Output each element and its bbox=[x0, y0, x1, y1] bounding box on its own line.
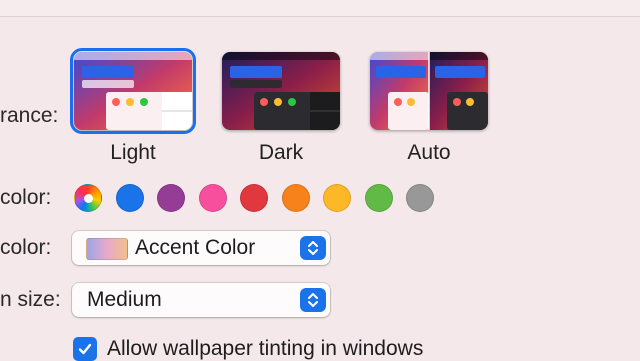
window-top-bar bbox=[0, 0, 640, 17]
accent-swatch-pink[interactable] bbox=[199, 184, 227, 212]
appearance-light-option[interactable] bbox=[70, 48, 196, 134]
appearance-dark-option[interactable] bbox=[222, 52, 340, 130]
accent-color-label: color: bbox=[0, 186, 52, 209]
auto-preview-image bbox=[370, 52, 488, 130]
accent-swatch-graphite[interactable] bbox=[406, 184, 434, 212]
chevron-updown-icon bbox=[300, 288, 326, 312]
appearance-auto-option[interactable] bbox=[370, 52, 488, 130]
dark-preview-image bbox=[222, 52, 340, 130]
accent-swatch-blue[interactable] bbox=[116, 184, 144, 212]
accent-swatch-red[interactable] bbox=[240, 184, 268, 212]
highlight-color-popup[interactable]: Accent Color bbox=[72, 231, 330, 265]
appearance-light-label: Light bbox=[110, 141, 156, 164]
light-preview-image bbox=[74, 52, 192, 130]
accent-swatch-yellow[interactable] bbox=[323, 184, 351, 212]
sidebar-icon-size-label: n size: bbox=[0, 288, 61, 311]
accent-swatch-orange[interactable] bbox=[282, 184, 310, 212]
sidebar-icon-size-popup[interactable]: Medium bbox=[72, 283, 330, 317]
appearance-dark-label: Dark bbox=[258, 141, 304, 164]
accent-swatch-multicolor[interactable] bbox=[74, 184, 102, 212]
chevron-updown-icon bbox=[300, 236, 326, 260]
accent-swatch-green[interactable] bbox=[365, 184, 393, 212]
checkmark-icon bbox=[78, 343, 92, 355]
appearance-auto-label: Auto bbox=[407, 141, 451, 164]
sidebar-icon-size-value: Medium bbox=[87, 288, 162, 311]
wallpaper-tinting-label: Allow wallpaper tinting in windows bbox=[107, 337, 424, 360]
highlight-color-label: color: bbox=[0, 236, 52, 259]
accent-swatch-purple[interactable] bbox=[157, 184, 185, 212]
highlight-color-chip bbox=[86, 238, 128, 260]
appearance-label: rance: bbox=[0, 104, 59, 127]
highlight-color-value: Accent Color bbox=[135, 236, 256, 259]
wallpaper-tinting-checkbox[interactable] bbox=[73, 337, 97, 361]
